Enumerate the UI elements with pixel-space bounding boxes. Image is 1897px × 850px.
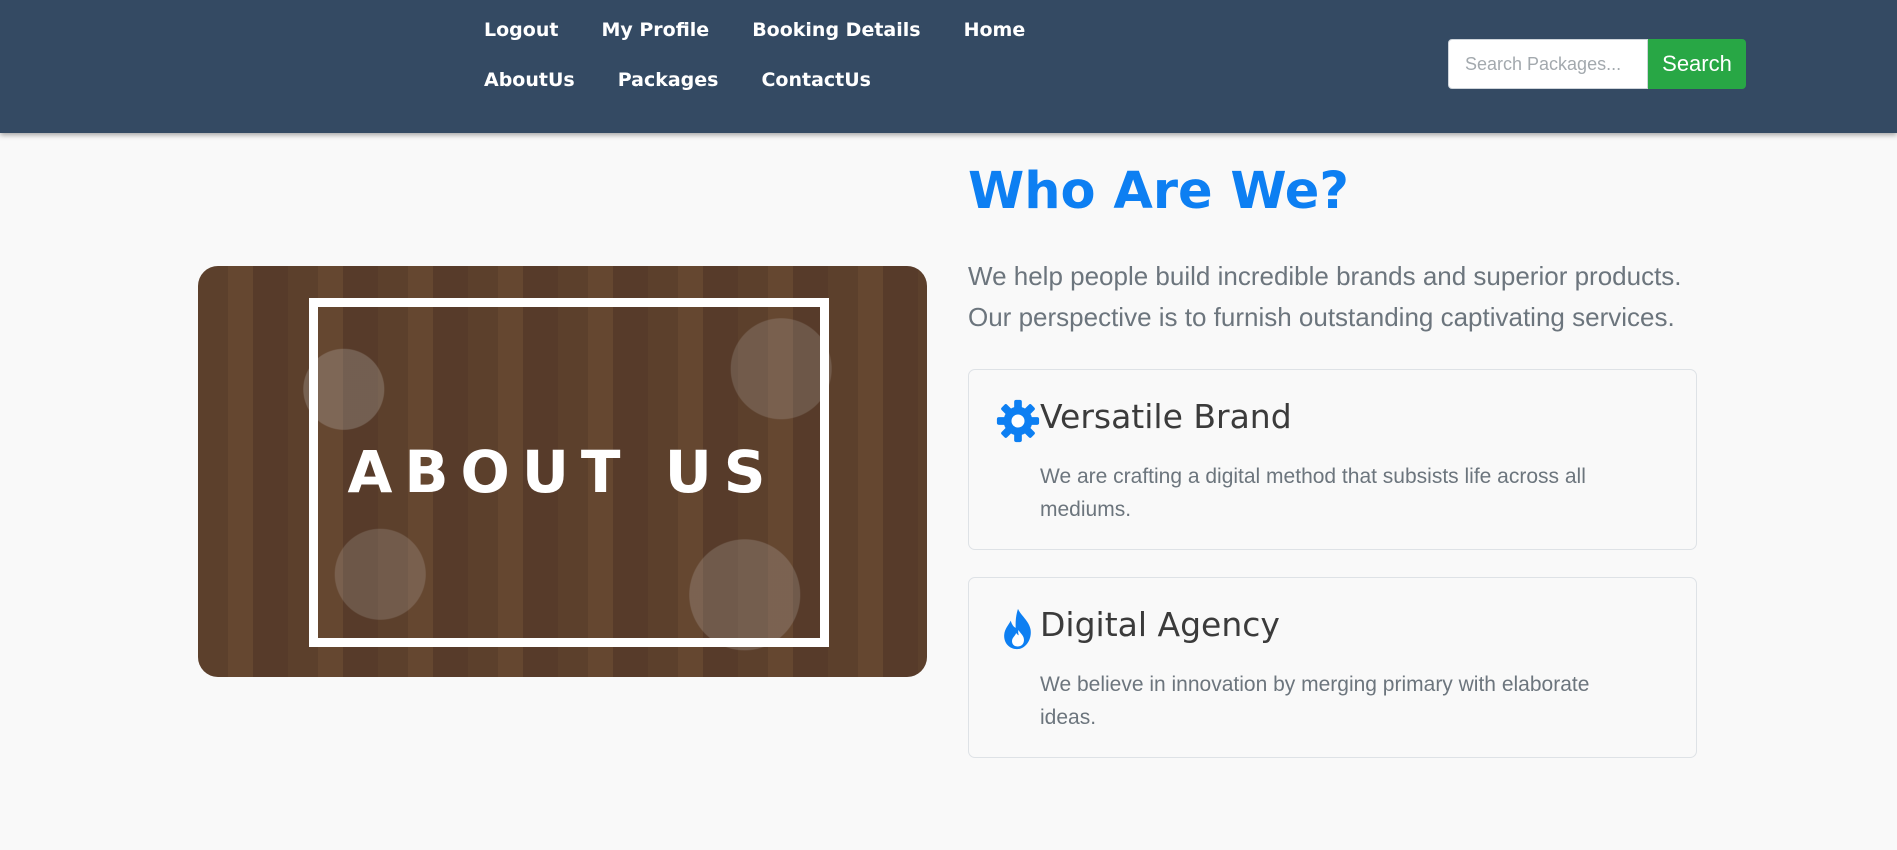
nav-link-contactus[interactable]: ContactUs <box>749 62 883 98</box>
nav-links: Logout My Profile Booking Details Home A… <box>472 12 1112 98</box>
gear-icon <box>996 399 1040 443</box>
nav-link-logout[interactable]: Logout <box>472 12 570 48</box>
fire-icon <box>1004 608 1031 650</box>
nav-link-packages[interactable]: Packages <box>606 62 731 98</box>
lead-text: We help people build incredible brands a… <box>968 261 1682 332</box>
page-title: Who Are We? <box>968 162 1349 221</box>
search-input[interactable] <box>1448 39 1648 89</box>
feature-card-digital-agency: Digital Agency We believe in innovation … <box>968 577 1697 758</box>
feature-card-versatile-brand: Versatile Brand We are crafting a digita… <box>968 369 1697 550</box>
image-caption: ABOUT US <box>347 438 778 506</box>
nav-link-booking-details[interactable]: Booking Details <box>740 12 932 48</box>
nav-link-my-profile[interactable]: My Profile <box>589 12 721 48</box>
search-button[interactable]: Search <box>1648 39 1746 89</box>
navbar: Logout My Profile Booking Details Home A… <box>0 0 1897 133</box>
feature-text: We are crafting a digital method that su… <box>1040 465 1586 521</box>
feature-text: We believe in innovation by merging prim… <box>1040 673 1590 729</box>
feature-title: Versatile Brand <box>1040 397 1292 436</box>
nav-link-aboutus[interactable]: AboutUs <box>472 62 587 98</box>
nav-link-home[interactable]: Home <box>952 12 1038 48</box>
about-us-image: ABOUT US <box>198 266 927 677</box>
search-form: Search <box>1448 39 1746 89</box>
feature-title: Digital Agency <box>1040 605 1280 644</box>
